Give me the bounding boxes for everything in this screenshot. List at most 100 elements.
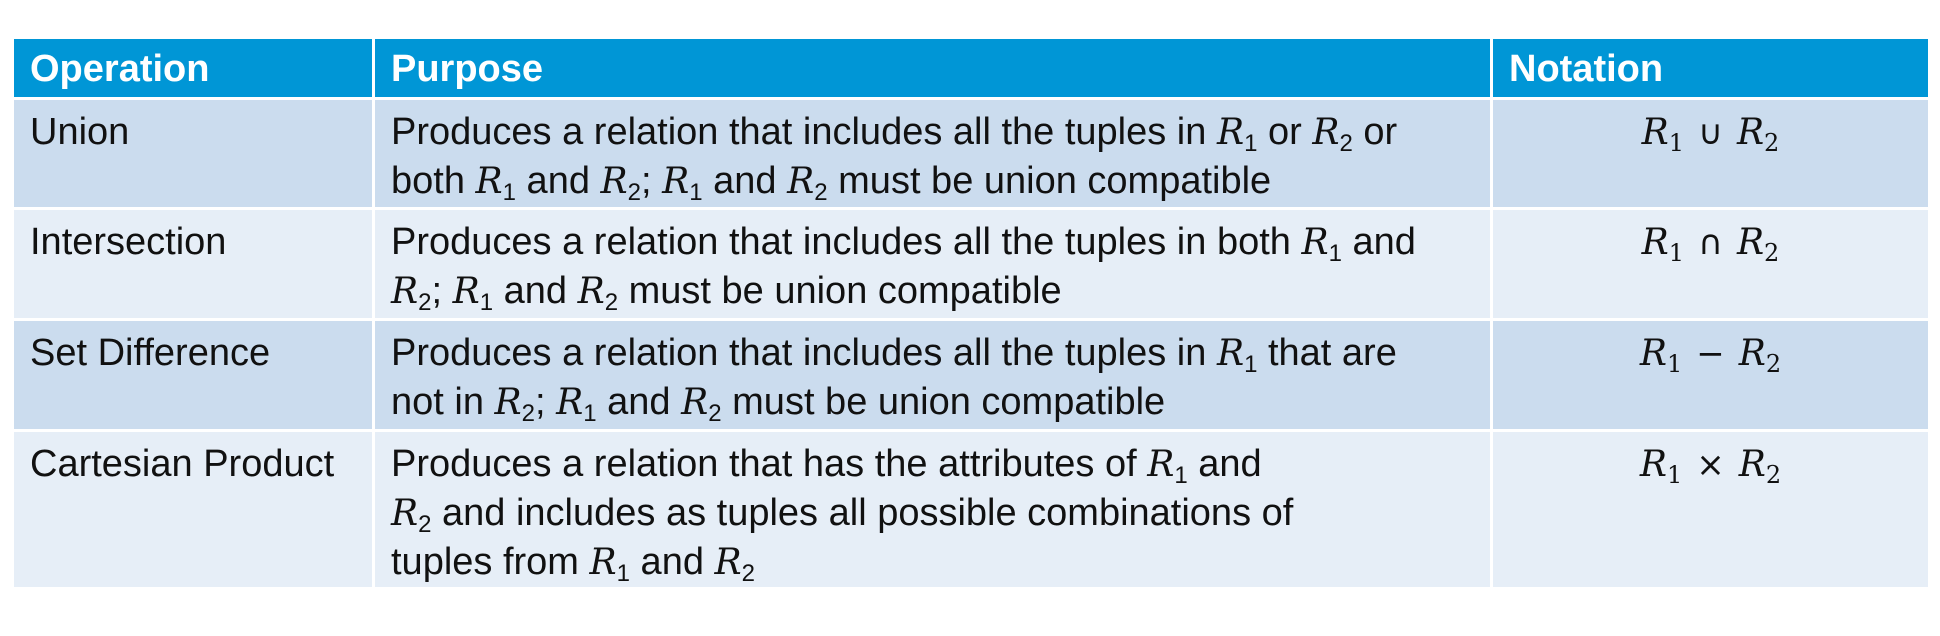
relation-symbol: R [391,493,419,534]
purpose-line: tuples from R1 and R2 [391,538,1482,587]
relation-symbol: R [1301,222,1329,263]
relation-symbol: R [600,161,628,202]
right-subscript: 2 [1764,239,1780,267]
purpose-cell: Produces a relation that includes all th… [375,321,1490,429]
right-relation: R [1738,333,1766,374]
left-relation: R [1639,444,1667,485]
purpose-cell: Produces a relation that has the attribu… [375,432,1490,587]
purpose-text: and [1187,443,1262,485]
operation-cell: Set Difference [14,321,372,429]
purpose-text: Produces a relation that includes all th… [391,221,1302,263]
operator-symbol: ∪ [1698,113,1723,153]
notation-expression: R1− R2 [1639,333,1781,376]
relation-symbol: R [577,271,605,312]
relational-operations-table: Operation Purpose Notation Union Produce… [14,39,1928,587]
notation-expression: R1 ∪ R2 [1641,112,1780,155]
header-notation: Notation [1493,39,1928,97]
left-relation: R [1639,333,1667,374]
relation-symbol: R [494,382,522,423]
operator-symbol: ∩ [1698,223,1723,263]
operation-cell: Intersection [14,210,372,318]
right-relation: R [1736,112,1765,153]
relation-symbol: R [1312,112,1340,153]
purpose-line: R2; R1 and R2 must be union compatible [391,267,1482,316]
notation-cell: R1 ∪ R2 [1493,100,1928,207]
operator-symbol: − [1696,334,1725,374]
relation-subscript: 1 [1244,130,1258,157]
relation-symbol: R [787,161,815,202]
relation-subscript: 2 [418,289,432,316]
relation-subscript: 1 [583,400,597,427]
purpose-text: and [1341,221,1416,263]
purpose-cell: Produces a relation that includes all th… [375,210,1490,318]
purpose-line: Produces a relation that has the attribu… [391,440,1482,489]
purpose-cell: Produces a relation that includes all th… [375,100,1490,207]
relation-symbol: R [1216,112,1245,153]
left-subscript: 1 [1668,129,1685,157]
relation-symbol: R [589,542,617,583]
purpose-text: and [493,270,578,312]
relation-symbol: R [475,161,503,202]
relation-subscript: 1 [1244,351,1258,378]
purpose-text: and [516,160,601,202]
purpose-text: must be union compatible [721,381,1166,423]
notation-cell: R1 ∩ R2 [1493,210,1928,318]
purpose-text: must be union compatible [618,270,1062,312]
operation-cell: Union [14,100,372,207]
relation-symbol: R [1147,444,1175,485]
operation-cell: Cartesian Product [14,432,372,587]
relation-subscript: 2 [604,289,619,316]
relation-subscript: 2 [627,179,641,206]
left-relation: R [1641,112,1669,153]
relation-subscript: 1 [689,179,703,206]
purpose-text: both [391,160,476,202]
right-relation: R [1736,222,1765,263]
relation-subscript: 2 [814,179,828,206]
purpose-text: must be union compatible [827,160,1272,202]
relation-subscript: 1 [1174,462,1188,489]
left-subscript: 1 [1666,350,1683,378]
left-subscript: 1 [1668,239,1685,267]
notation-expression: R1 ∩ R2 [1642,222,1780,265]
notation-cell: R1 × R2 [1493,432,1928,587]
purpose-line: both R1 and R2; R1 and R2 must be union … [391,157,1482,206]
purpose-line: Produces a relation that includes all th… [391,218,1482,267]
header-purpose: Purpose [375,39,1490,97]
purpose-text: Produces a relation that includes all th… [391,332,1217,374]
purpose-line: Produces a relation that includes all th… [391,108,1482,157]
relation-subscript: 2 [1339,130,1353,157]
right-subscript: 2 [1764,129,1780,157]
right-subscript: 2 [1765,350,1782,378]
purpose-text: ; [641,160,663,202]
purpose-line: Produces a relation that includes all th… [391,329,1482,378]
relation-subscript: 1 [502,179,516,206]
relation-subscript: 2 [741,560,755,587]
operator-symbol: × [1696,445,1725,485]
purpose-text: ; [431,270,453,312]
purpose-text: or [1352,111,1398,153]
relation-symbol: R [714,542,742,583]
relation-symbol: R [1216,333,1245,374]
right-relation: R [1738,444,1766,485]
right-subscript: 2 [1765,461,1782,489]
purpose-text: or [1257,111,1313,153]
purpose-text: tuples from [391,541,590,583]
purpose-text: and [630,541,715,583]
relation-symbol: R [452,271,480,312]
relation-symbol: R [391,271,419,312]
relation-subscript: 2 [418,511,432,538]
purpose-text: ; [535,381,557,423]
notation-cell: R1− R2 [1493,321,1928,429]
relation-symbol: R [662,161,690,202]
relation-symbol: R [556,382,584,423]
purpose-text: and [702,160,788,202]
relation-subscript: 2 [521,400,535,427]
purpose-text: Produces a relation that has the attribu… [391,443,1148,485]
header-operation: Operation [14,39,372,97]
purpose-text: and [596,381,682,423]
purpose-line: not in R2; R1 and R2 must be union compa… [391,378,1482,427]
left-subscript: 1 [1666,461,1683,489]
relation-subscript: 2 [708,400,722,427]
relation-subscript: 1 [1328,240,1342,267]
relation-subscript: 1 [479,289,494,316]
